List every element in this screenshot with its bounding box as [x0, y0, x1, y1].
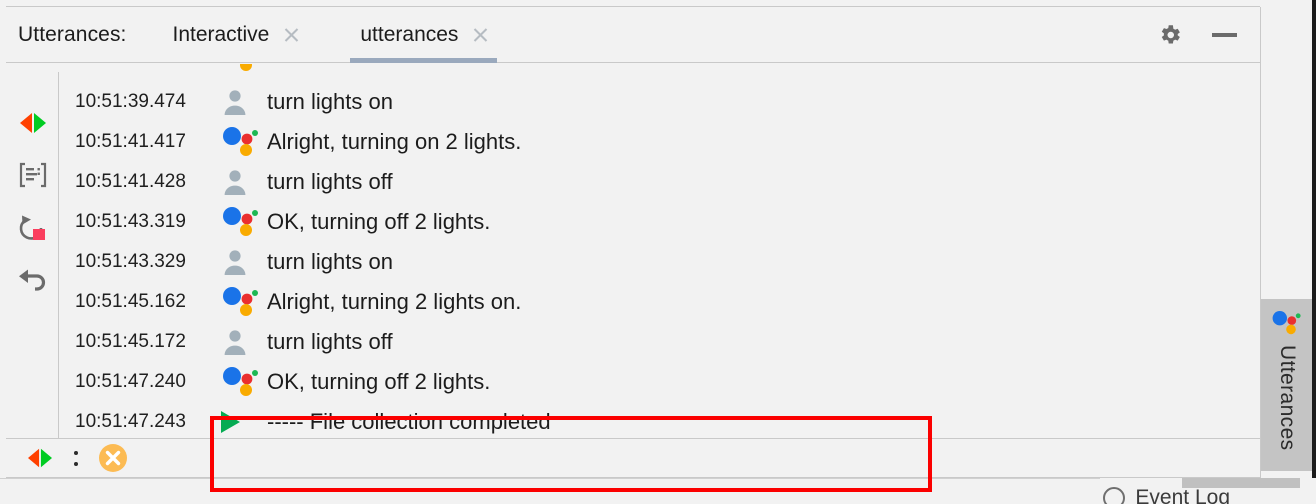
tab-utterances[interactable]: utterances — [344, 7, 503, 63]
vertical-dots-icon — [74, 450, 78, 466]
assistant-icon-wrap — [221, 127, 267, 157]
tab-utterances-label: utterances — [360, 22, 459, 46]
event-log-label: Event Log — [1135, 486, 1230, 504]
rerun-stop-button[interactable] — [14, 210, 52, 248]
row-timestamp: 10:51:43.329 — [75, 251, 186, 272]
footer-divider — [0, 478, 1100, 479]
error-badge[interactable] — [98, 443, 128, 473]
close-icon[interactable] — [283, 26, 300, 43]
status-arrows-button[interactable] — [24, 446, 56, 470]
settings-button[interactable] — [1150, 7, 1190, 63]
clipped-row — [59, 64, 1260, 82]
person-icon-wrap — [221, 168, 267, 196]
table-row[interactable]: 10:51:45.172 turn lights off — [59, 322, 1260, 362]
undo-arrow-icon — [19, 269, 46, 291]
table-row[interactable]: 10:51:47.240 OK, turning off 2 lights. — [59, 362, 1260, 402]
minimize-button[interactable] — [1204, 7, 1244, 63]
gear-icon — [1161, 24, 1180, 43]
row-message: turn lights off — [267, 169, 393, 194]
rerun-with-stop-icon — [19, 215, 45, 240]
assistant-icon — [223, 367, 258, 396]
table-row[interactable]: 10:51:47.243 ----- File collection comple… — [59, 402, 1260, 442]
row-timestamp: 10:51:41.428 — [75, 171, 186, 192]
row-message: ----- File collection completed — [267, 409, 551, 434]
assistant-icon — [1272, 311, 1301, 335]
row-timestamp: 10:51:43.319 — [75, 211, 186, 232]
soft-wrap-button[interactable] — [14, 104, 52, 142]
assistant-icon — [223, 287, 258, 316]
row-message: turn lights on — [267, 249, 393, 274]
row-message: OK, turning off 2 lights. — [267, 369, 491, 394]
assistant-icon — [223, 207, 258, 236]
rail-tab-label: Utterances — [1276, 345, 1299, 451]
play-icon-wrap — [221, 411, 267, 433]
console-toolbar — [6, 64, 58, 454]
close-icon[interactable] — [472, 26, 489, 43]
table-row[interactable]: 10:51:45.162 Alright, turning 2 lights on… — [59, 282, 1260, 322]
row-timestamp: 10:51:45.162 — [75, 291, 186, 312]
person-icon — [224, 250, 246, 275]
person-icon-wrap — [221, 328, 267, 356]
tab-interactive[interactable]: Interactive — [156, 7, 314, 63]
assistant-icon-partial — [221, 64, 261, 72]
row-timestamp: 10:51:41.417 — [75, 131, 186, 152]
print-output-button[interactable] — [14, 156, 52, 194]
utterances-tool-window: Utterances: Interactive utterances 10:51… — [0, 0, 1316, 504]
tab-interactive-label: Interactive — [172, 22, 270, 46]
table-row[interactable]: 10:51:39.474 turn lights on — [59, 82, 1260, 122]
play-icon — [221, 411, 240, 433]
error-x-circle-icon — [99, 444, 127, 472]
row-message: Alright, turning on 2 lights. — [267, 129, 522, 154]
table-row[interactable]: 10:51:43.319 OK, turning off 2 lights. — [59, 202, 1260, 242]
rail-tab-utterances[interactable]: Utterances — [1261, 299, 1313, 471]
person-icon — [224, 90, 246, 115]
row-timestamp: 10:51:47.243 — [75, 411, 186, 432]
table-row[interactable]: 10:51:41.428 turn lights off — [59, 162, 1260, 202]
tool-window-header: Utterances: Interactive utterances — [6, 7, 1260, 63]
left-right-arrows-icon — [20, 113, 46, 133]
circle-icon — [1103, 487, 1126, 504]
status-bar — [6, 438, 1260, 478]
person-icon — [224, 170, 246, 195]
table-row[interactable]: 10:51:43.329 turn lights on — [59, 242, 1260, 282]
right-tool-rail: Utterances — [1260, 7, 1313, 478]
person-icon — [224, 330, 246, 355]
row-message: turn lights on — [267, 89, 393, 114]
table-row[interactable]: 10:51:41.417 Alright, turning on 2 lights… — [59, 122, 1260, 162]
event-log-button[interactable]: Event Log — [1103, 486, 1230, 504]
undo-button[interactable] — [14, 264, 52, 302]
row-message: turn lights off — [267, 329, 393, 354]
tool-window-title: Utterances: — [18, 22, 127, 46]
row-timestamp: 10:51:39.474 — [75, 91, 186, 112]
tab-selected-underline — [350, 57, 498, 63]
person-icon-wrap — [221, 88, 267, 116]
window-footer: Event Log — [0, 478, 1316, 504]
row-message: OK, turning off 2 lights. — [267, 209, 491, 234]
console-output[interactable]: 10:51:39.474 turn lights on 10:51:41.417 Al… — [59, 64, 1260, 454]
person-icon-wrap — [221, 248, 267, 276]
assistant-icon-wrap — [221, 207, 267, 237]
window-right-edge — [1312, 0, 1316, 478]
assistant-icon-wrap — [221, 287, 267, 317]
minimize-icon — [1211, 32, 1237, 37]
row-message: Alright, turning 2 lights on. — [267, 289, 522, 314]
row-timestamp: 10:51:47.240 — [75, 371, 186, 392]
row-timestamp: 10:51:45.172 — [75, 331, 186, 352]
console-output-icon — [19, 162, 47, 188]
assistant-icon — [223, 127, 258, 156]
left-right-arrows-icon — [28, 448, 52, 468]
assistant-icon-wrap — [221, 367, 267, 397]
